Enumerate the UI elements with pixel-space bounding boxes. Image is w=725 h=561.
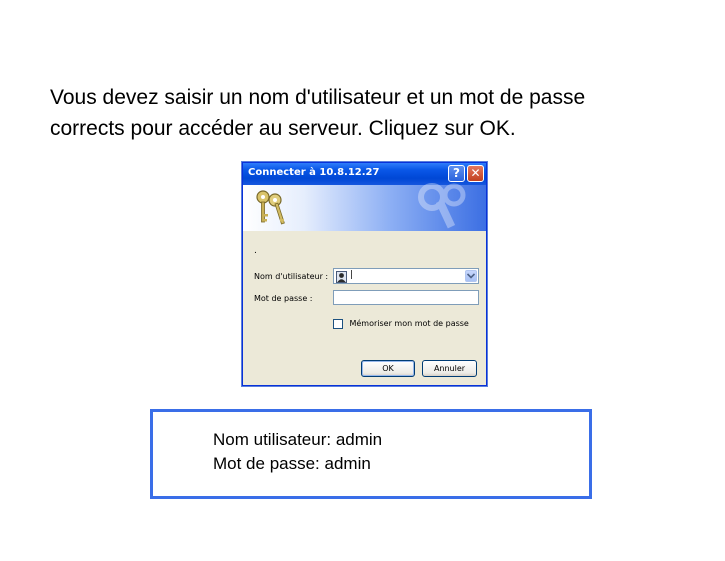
login-dialog: Connecter à 10.8.12.27 ? ✕ . Nom d'utili… bbox=[242, 162, 487, 386]
cancel-button[interactable]: Annuler bbox=[422, 360, 477, 377]
dialog-banner bbox=[243, 183, 486, 234]
instruction-text: Vous devez saisir un nom d'utilisateur e… bbox=[50, 82, 690, 144]
username-label: Nom d'utilisateur : bbox=[254, 272, 329, 281]
credentials-box: Nom utilisateur: admin Mot de passe: adm… bbox=[150, 409, 592, 499]
dialog-title: Connecter à 10.8.12.27 bbox=[248, 167, 380, 178]
ok-button[interactable]: OK bbox=[361, 360, 415, 377]
password-field[interactable] bbox=[333, 290, 479, 305]
remember-password-option[interactable]: Mémoriser mon mot de passe bbox=[333, 315, 469, 333]
keys-icon bbox=[253, 188, 289, 233]
help-button[interactable]: ? bbox=[448, 165, 465, 182]
password-label: Mot de passe : bbox=[254, 294, 313, 303]
keys-watermark-icon bbox=[410, 183, 472, 234]
user-icon bbox=[336, 270, 347, 288]
server-message: . bbox=[254, 246, 257, 256]
username-combobox[interactable]: | bbox=[333, 268, 479, 284]
instruction-line-1: Vous devez saisir un nom d'utilisateur e… bbox=[50, 86, 586, 109]
close-button[interactable]: ✕ bbox=[467, 165, 484, 182]
username-value: | bbox=[350, 270, 354, 280]
credentials-username: Nom utilisateur: admin bbox=[213, 430, 383, 449]
instruction-line-2: corrects pour accéder au serveur. Clique… bbox=[50, 117, 516, 140]
credentials-password: Mot de passe: admin bbox=[213, 454, 371, 473]
remember-password-checkbox[interactable] bbox=[333, 318, 343, 329]
chevron-down-icon[interactable] bbox=[465, 270, 477, 282]
dialog-titlebar[interactable]: Connecter à 10.8.12.27 ? ✕ bbox=[243, 163, 486, 185]
remember-password-label: Mémoriser mon mot de passe bbox=[349, 319, 469, 329]
